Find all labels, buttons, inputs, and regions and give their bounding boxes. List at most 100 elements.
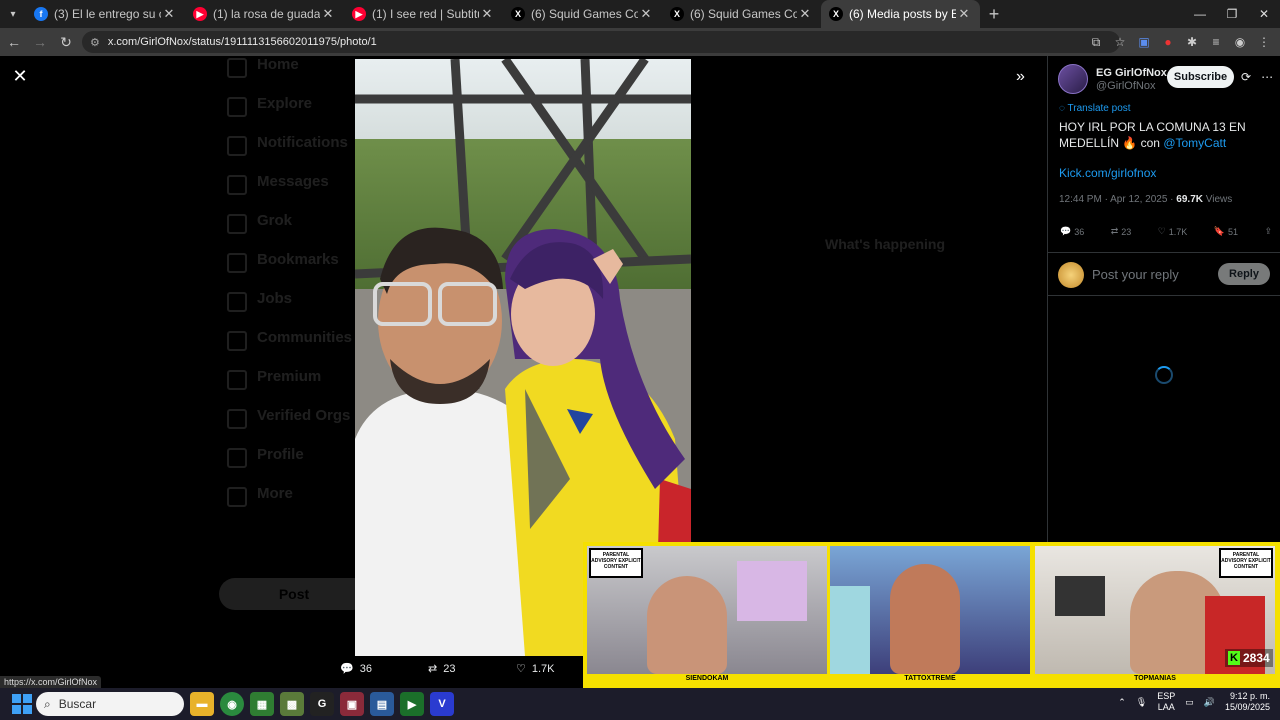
like-button[interactable]: ♡ 1.7K (1158, 226, 1188, 237)
reply-icon: 💬 (1060, 226, 1072, 236)
tray-overflow-icon[interactable]: ⌃ (1118, 697, 1126, 708)
taskbar-search[interactable]: ⌕ Buscar (36, 692, 184, 716)
taskbar-search-text: Buscar (58, 697, 97, 711)
microphone-icon[interactable]: 🎙 (1136, 697, 1147, 708)
cam-label-3: TOPMANIAS (1134, 675, 1176, 682)
file-explorer-icon[interactable]: ▬ (190, 692, 214, 716)
mention-link[interactable]: @TomyCatt (1163, 136, 1226, 150)
x-icon: X (511, 7, 525, 21)
tab-title: (6) Squid Games Colombia (@S (531, 7, 638, 21)
author-avatar[interactable] (1058, 64, 1088, 94)
bookmark-button[interactable]: 🔖 51 (1214, 226, 1238, 237)
grok-icon[interactable]: ⟳ (1241, 70, 1251, 84)
browser-tab[interactable]: ▶ (1) la rosa de guadalupe primer✕ (185, 0, 344, 28)
chrome-icon[interactable]: ◉ (220, 692, 244, 716)
media-reply-button[interactable]: 💬 36 (340, 662, 428, 676)
lang-bottom: LAA (1157, 702, 1175, 712)
reply-submit-button[interactable]: Reply (1218, 263, 1270, 285)
address-bar-row: ← → ↻ ⚙ x.com/GirlOfNox/status/191111315… (0, 28, 1280, 56)
browser-tab[interactable]: f (3) El le entrego su corazón y el✕ (26, 0, 185, 28)
post-text: HOY IRL POR LA COMUNA 13 EN MEDELLÍN 🔥 c… (1059, 119, 1271, 151)
tab-close-icon[interactable]: ✕ (956, 6, 972, 22)
clock-time: 9:12 p. m. (1229, 691, 1270, 701)
extensions-icon[interactable]: ✱ (1182, 32, 1202, 52)
calculator-icon[interactable]: ▤ (370, 692, 394, 716)
share-button[interactable]: ⇪ (1264, 226, 1272, 237)
views-count: 69.7K (1176, 194, 1203, 205)
tab-close-icon[interactable]: ✕ (479, 6, 495, 22)
post-timestamp[interactable]: 12:44 PM · Apr 12, 2025 · (1059, 194, 1176, 205)
kick-link[interactable]: Kick.com/girlofnox (1059, 166, 1156, 180)
parental-advisory-logo-2: PARENTAL ADVISORY EXPLICIT CONTENT (1219, 548, 1273, 578)
like-count: 1.7K (1168, 226, 1188, 237)
current-user-avatar (1058, 262, 1084, 288)
game-icon[interactable]: ▩ (280, 692, 304, 716)
subscribe-button[interactable]: Subscribe (1167, 66, 1234, 88)
repost-icon: ⇄ (428, 663, 438, 675)
clock[interactable]: 9:12 p. m. 15/09/2025 (1225, 691, 1270, 713)
reply-input[interactable]: Post your reply (1092, 267, 1179, 282)
extension-red-icon[interactable]: ● (1158, 32, 1178, 52)
reply-composer: Post your reply Reply (1048, 252, 1280, 296)
bookmark-star-icon[interactable]: ☆ (1110, 32, 1130, 52)
network-icon[interactable]: ▭ (1185, 697, 1194, 708)
lang-top: ESP (1157, 691, 1176, 701)
background-nav-item: Verified Orgs (227, 407, 352, 446)
new-tab-button[interactable]: + (980, 4, 1008, 25)
close-window-button[interactable]: ✕ (1248, 0, 1280, 28)
app-g-icon[interactable]: G (310, 692, 334, 716)
site-info-icon[interactable]: ⚙ (90, 36, 100, 49)
media-control-icon[interactable]: ≡ (1206, 32, 1226, 52)
collapse-panel-button[interactable]: » (1016, 68, 1025, 86)
browser-tab[interactable]: X (6) Media posts by EG GirlOfNo✕ (821, 0, 980, 28)
author-header: EG GirlOfNox @GirlOfNox (1058, 64, 1167, 94)
media-player-icon[interactable]: ▶ (400, 692, 424, 716)
url-field[interactable]: ⚙ x.com/GirlOfNox/status/191111315660201… (82, 31, 1120, 53)
media-action-bar: 💬 36 ⇄ 23 ♡ 1.7K (340, 662, 604, 676)
translate-icon[interactable]: ▣ (1134, 32, 1154, 52)
language-indicator[interactable]: ESP LAA (1157, 691, 1175, 713)
browser-tab[interactable]: X (6) Squid Games Colombia (@S✕ (503, 0, 662, 28)
tabs: f(3) El le entrego su corazón y el✕▶(1) … (26, 0, 980, 28)
app-box-icon[interactable]: ▣ (340, 692, 364, 716)
reload-button[interactable]: ↻ (54, 34, 78, 51)
forward-button[interactable]: → (28, 34, 52, 50)
browser-tab[interactable]: ▶ (1) I see red | Subtitulada (espa✕ (344, 0, 503, 28)
background-nav-item: Communities (227, 329, 352, 368)
tab-close-icon[interactable]: ✕ (320, 6, 336, 22)
system-tray: ⌃ 🎙 ESP LAA ▭ 🔊 9:12 p. m. 15/09/2025 (1118, 691, 1270, 713)
repost-button[interactable]: ⇄ 23 (1111, 226, 1132, 237)
author-name[interactable]: EG GirlOfNox (1096, 67, 1167, 79)
profile-icon[interactable]: ◉ (1230, 32, 1250, 52)
app-v-icon[interactable]: V (430, 692, 454, 716)
cam-1: PARENTAL ADVISORY EXPLICIT CONTENT (587, 546, 827, 674)
views-label: Views (1202, 194, 1233, 205)
translate-post-link[interactable]: ◌ Translate post (1059, 103, 1131, 114)
toolbar-icons: ⧉ ☆ ▣ ● ✱ ≡ ◉ ⋮ (1086, 32, 1274, 52)
tab-close-icon[interactable]: ✕ (638, 6, 654, 22)
tab-search-icon[interactable]: ▾ (0, 0, 26, 28)
back-button[interactable]: ← (2, 34, 26, 50)
viewer-count: 2834 (1243, 651, 1270, 665)
background-nav-item: Home (227, 56, 352, 95)
reply-button[interactable]: 💬 36 (1060, 226, 1084, 237)
windows-start-icon[interactable] (12, 694, 32, 714)
minecraft-icon[interactable]: ▦ (250, 692, 274, 716)
tab-close-icon[interactable]: ✕ (797, 6, 813, 22)
browser-tab[interactable]: X (6) Squid Games Colombia on X✕ (662, 0, 821, 28)
minimize-button[interactable]: — (1184, 0, 1216, 28)
media-repost-button[interactable]: ⇄ 23 (428, 662, 516, 676)
clock-date: 15/09/2025 (1224, 702, 1270, 712)
menu-icon[interactable]: ⋮ (1254, 32, 1274, 52)
pinned-apps: ▬ ◉ ▦ ▩ G ▣ ▤ ▶ V (190, 692, 454, 716)
kick-icon: K (1228, 651, 1240, 665)
monitor-1 (737, 561, 807, 621)
volume-icon[interactable]: 🔊 (1204, 697, 1215, 708)
more-options-icon[interactable]: ⋯ (1261, 70, 1273, 84)
install-icon[interactable]: ⧉ (1086, 32, 1106, 52)
background-post-button: Post (219, 578, 369, 610)
maximize-button[interactable]: ❐ (1216, 0, 1248, 28)
close-media-button[interactable]: ✕ (10, 66, 30, 86)
author-handle[interactable]: @GirlOfNox (1096, 80, 1167, 92)
tab-close-icon[interactable]: ✕ (161, 6, 177, 22)
